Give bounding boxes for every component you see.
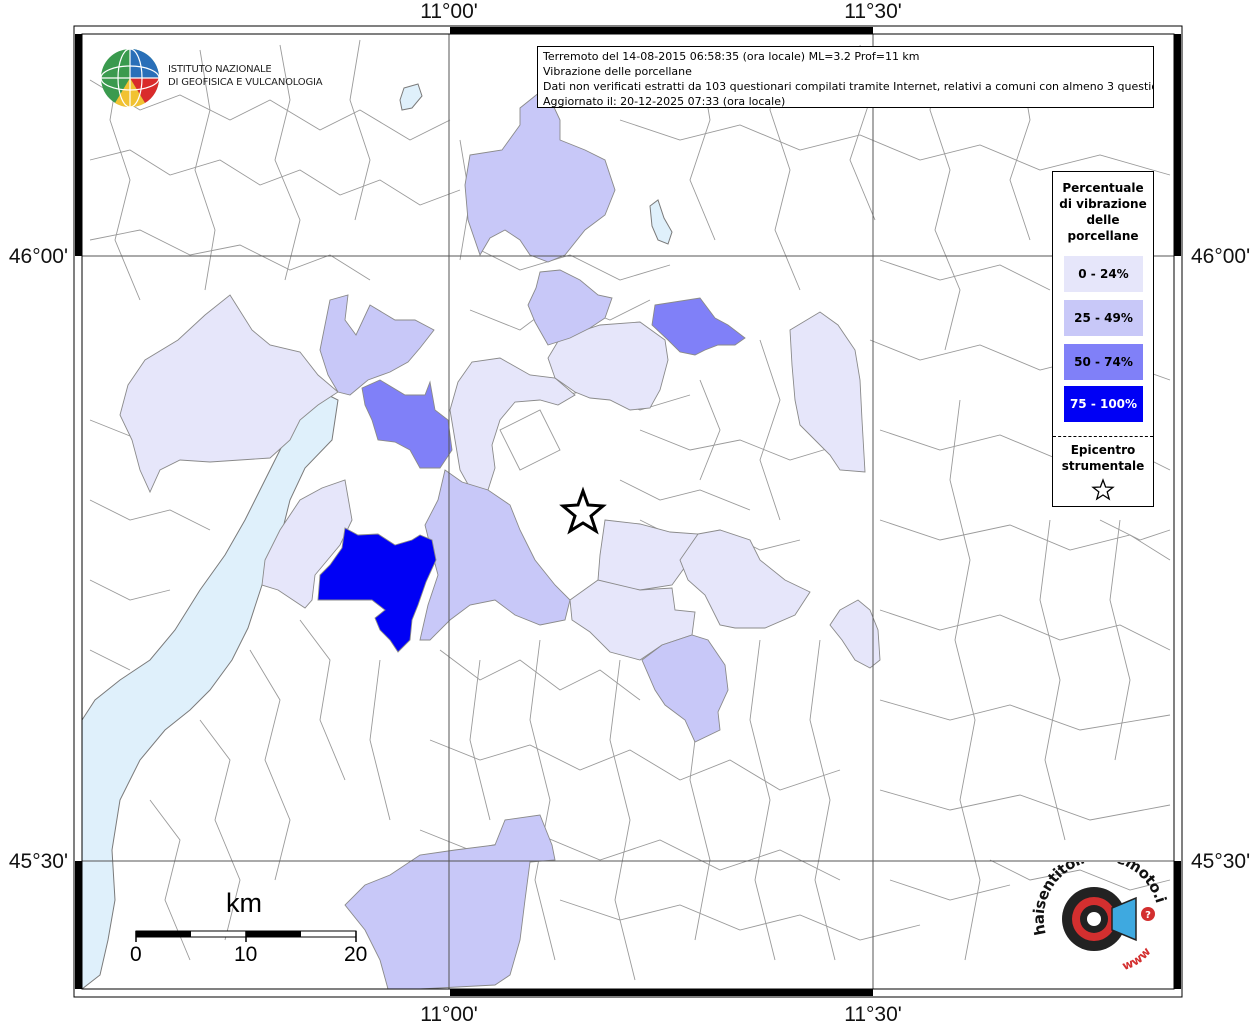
scale-bar: km 0 10 20 bbox=[126, 888, 376, 978]
legend-epicenter-line: Epicentro bbox=[1070, 443, 1136, 457]
lon-label-bottom-1100: 11°00' bbox=[420, 1003, 478, 1024]
event-title: Terremoto del 14-08-2015 06:58:35 (ora l… bbox=[543, 50, 920, 63]
legend-title-line: porcellane bbox=[1067, 229, 1139, 243]
legend-class-25-49: 25 - 49% bbox=[1064, 300, 1143, 336]
legend-class-0-24: 0 - 24% bbox=[1064, 256, 1143, 292]
legend-class-50-74: 50 - 74% bbox=[1064, 344, 1143, 380]
ingv-logo-line1: ISTITUTO NAZIONALE bbox=[168, 64, 272, 75]
lon-label-bottom-1130: 11°30' bbox=[844, 1003, 902, 1024]
legend-title-line: Percentuale bbox=[1062, 181, 1144, 195]
svg-text:?: ? bbox=[1145, 910, 1151, 921]
svg-text:www: www bbox=[1120, 944, 1153, 973]
scale-tick-0: 0 bbox=[130, 943, 142, 966]
updated-timestamp: Aggiornato il: 20-12-2025 07:33 (ora loc… bbox=[543, 95, 786, 108]
map-subject: Vibrazione delle porcellane bbox=[543, 65, 692, 78]
legend: Percentuale di vibrazione delle porcella… bbox=[1052, 171, 1154, 507]
scale-tick-10: 10 bbox=[234, 943, 258, 966]
ingv-logo: ISTITUTO NAZIONALE DI GEOFISICA E VULCAN… bbox=[100, 48, 330, 110]
legend-title-line: di vibrazione bbox=[1059, 197, 1147, 211]
legend-class-75-100: 75 - 100% bbox=[1064, 386, 1143, 422]
legend-epicenter-label: Epicentro strumentale bbox=[1053, 442, 1153, 474]
legend-epicenter-line: strumentale bbox=[1061, 459, 1145, 473]
lon-label-top-1100: 11°00' bbox=[420, 0, 478, 23]
lat-label-right-4600: 46°00' bbox=[1191, 245, 1250, 268]
star-icon bbox=[1091, 478, 1115, 501]
data-note: Dati non verificati estratti da 103 ques… bbox=[543, 80, 1154, 93]
lat-label-left-4530: 45°30' bbox=[9, 850, 68, 873]
speaker-target-icon: ? bbox=[1062, 887, 1155, 951]
lon-label-top-1130: 11°30' bbox=[844, 0, 902, 23]
event-info-box: Terremoto del 14-08-2015 06:58:35 (ora l… bbox=[537, 46, 1154, 108]
hai-sentito-logo-www: www bbox=[1120, 944, 1153, 973]
lat-label-left-4600: 46°00' bbox=[9, 245, 68, 268]
globe-icon bbox=[100, 48, 160, 108]
legend-divider bbox=[1053, 436, 1153, 437]
legend-title-line: delle bbox=[1086, 213, 1120, 227]
lat-label-right-4530: 45°30' bbox=[1191, 850, 1250, 873]
scale-tick-20: 20 bbox=[344, 943, 368, 966]
legend-title: Percentuale di vibrazione delle porcella… bbox=[1053, 180, 1153, 244]
hai-sentito-logo: haisentitoilterremoto.it www ? bbox=[1029, 847, 1172, 982]
ingv-logo-line2: DI GEOFISICA E VULCANOLOGIA bbox=[168, 77, 323, 88]
scale-unit: km bbox=[226, 888, 262, 918]
